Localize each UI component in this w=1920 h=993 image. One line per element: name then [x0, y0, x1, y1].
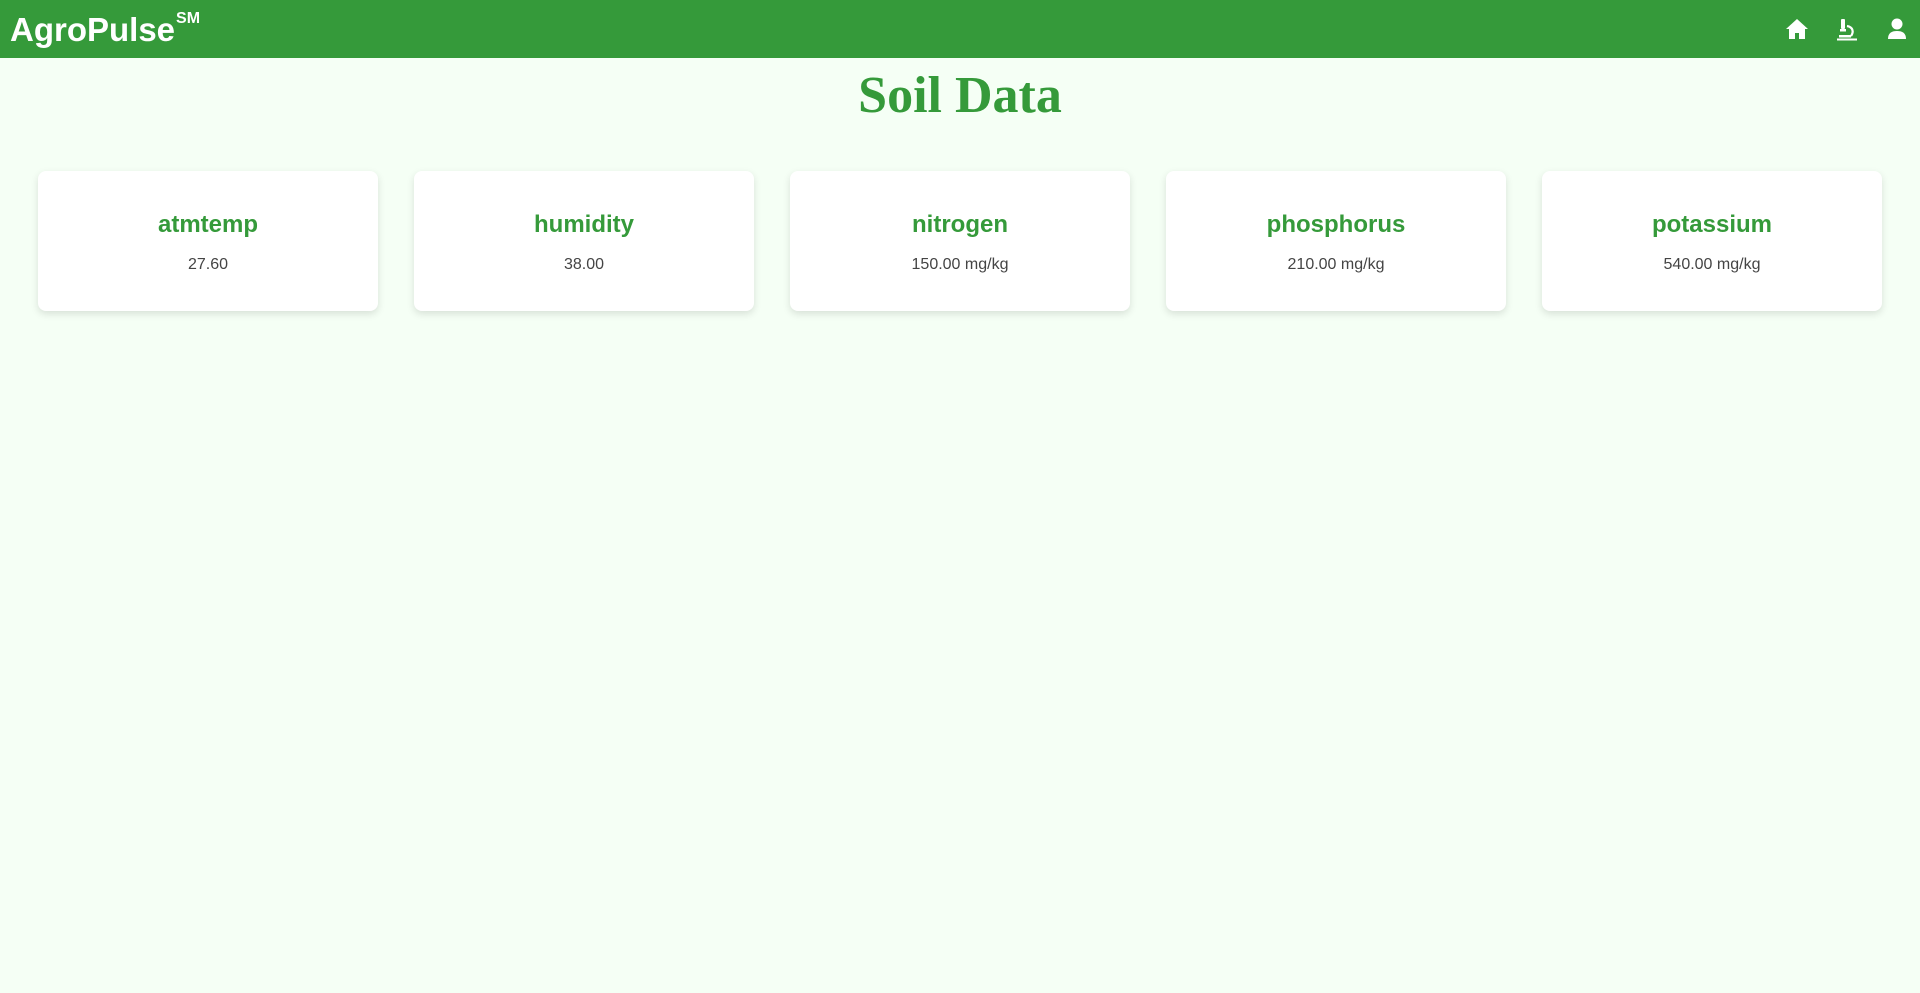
soil-card-phosphorus: phosphorus 210.00 mg/kg — [1166, 171, 1506, 311]
soil-card-nitrogen: nitrogen 150.00 mg/kg — [790, 171, 1130, 311]
brand-service-mark: SM — [176, 9, 201, 27]
brand-logo[interactable]: AgroPulse SM — [10, 9, 201, 46]
nav-icons — [1784, 16, 1910, 42]
card-value: 210.00 mg/kg — [1287, 256, 1385, 273]
card-title: phosphorus — [1266, 211, 1406, 238]
page-title: Soil Data — [858, 67, 1062, 124]
card-value: 27.60 — [187, 256, 229, 273]
home-icon[interactable] — [1784, 16, 1810, 42]
card-value: 38.00 — [563, 256, 605, 273]
soil-card-humidity: humidity 38.00 — [414, 171, 754, 311]
navbar: AgroPulse SM — [0, 0, 1920, 58]
brand-name[interactable]: AgroPulse — [10, 13, 175, 46]
card-value: 540.00 mg/kg — [1663, 256, 1761, 273]
card-title: humidity — [534, 211, 634, 238]
soil-card-atmtemp: atmtemp 27.60 — [38, 171, 378, 311]
soil-card-potassium: potassium 540.00 mg/kg — [1542, 171, 1882, 311]
card-title: potassium — [1651, 211, 1773, 238]
soil-data-cards: atmtemp 27.60 humidity 38.00 nitrogen 15… — [38, 171, 1882, 311]
card-title: atmtemp — [157, 211, 259, 238]
card-value: 150.00 mg/kg — [911, 256, 1009, 273]
user-icon[interactable] — [1884, 16, 1910, 42]
card-title: nitrogen — [912, 211, 1008, 238]
microscope-icon[interactable] — [1834, 16, 1860, 42]
